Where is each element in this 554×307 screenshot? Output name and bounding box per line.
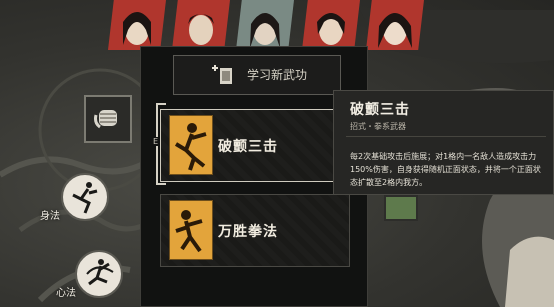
fighter-pose-icon xyxy=(174,123,207,171)
martial-art-title: 破颤三击 xyxy=(218,139,278,155)
keybind-hint-e: E xyxy=(152,137,160,146)
add-scroll-icon xyxy=(212,65,232,84)
character-face-icon xyxy=(123,12,151,45)
character-face-icon xyxy=(188,14,214,45)
tooltip-divider xyxy=(346,136,546,137)
fighter-pose-icon xyxy=(175,210,203,253)
character-portrait-3[interactable] xyxy=(236,0,294,50)
shenfa-button[interactable] xyxy=(61,173,109,221)
character-face-icon xyxy=(317,13,345,45)
character-face-icon xyxy=(250,13,280,48)
character-face-icon xyxy=(378,13,412,48)
tooltip-title: 破颤三击 xyxy=(350,102,410,118)
character-portrait-4[interactable] xyxy=(302,0,360,50)
game-screen: 身法 心法 学习新武功 E 破颤三击 万胜拳法 破颤三击 招式・拳系武器 每2次… xyxy=(0,0,554,307)
character-portrait-2[interactable] xyxy=(172,0,230,50)
tooltip-subtitle: 招式・拳系武器 xyxy=(350,122,406,131)
martial-art-title: 万胜拳法 xyxy=(218,224,278,240)
fist-icon xyxy=(94,110,117,129)
running-figure-icon xyxy=(72,182,98,214)
xinfa-label: 心法 xyxy=(56,288,76,299)
xinfa-button[interactable] xyxy=(75,250,123,298)
side-item-slot[interactable] xyxy=(384,195,418,221)
learn-new-martial-art-label: 学习新武功 xyxy=(247,68,308,82)
character-portrait-5[interactable] xyxy=(366,0,424,50)
martial-art-card-2[interactable]: 万胜拳法 xyxy=(160,194,350,267)
martial-art-thumbnail xyxy=(169,115,213,175)
meditation-figure-icon xyxy=(86,259,114,286)
martial-art-thumbnail xyxy=(169,200,213,260)
skill-slot-fist[interactable] xyxy=(84,95,132,143)
tooltip-description: 每2次基础攻击后施展；对1格内一名敌人造成攻击力150%伤害，自身获得随机正面状… xyxy=(350,152,541,187)
martial-art-card-1[interactable]: 破颤三击 xyxy=(160,109,350,182)
shenfa-label: 身法 xyxy=(40,211,60,222)
character-portrait-1[interactable] xyxy=(108,0,166,50)
